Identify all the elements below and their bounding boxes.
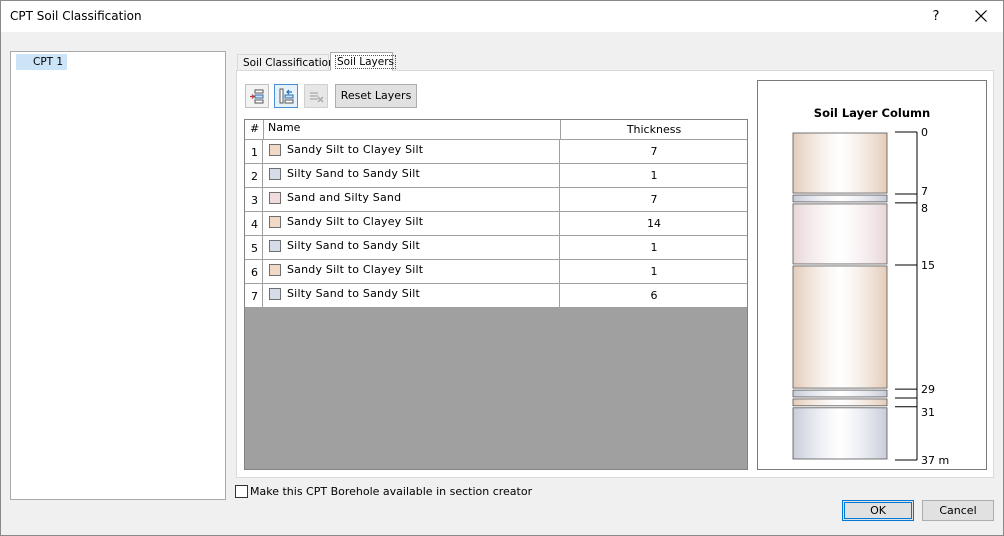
tab-soil-layers[interactable]: Soil Layers (330, 52, 397, 71)
layer-name-cell[interactable]: Sandy Silt to Clayey Silt (264, 140, 560, 163)
row-number: 7 (245, 284, 263, 307)
soil-layer-block (792, 203, 888, 265)
layer-thickness-cell[interactable]: 6 (561, 284, 747, 307)
borehole-tree[interactable]: CPT 1 (10, 51, 226, 500)
layer-thickness-cell[interactable]: 7 (561, 140, 747, 163)
table-row[interactable]: 7 Silty Sand to Sandy Silt 6 (245, 284, 747, 308)
depth-label: 31 (921, 406, 935, 419)
table-row[interactable]: 5 Silty Sand to Sandy Silt 1 (245, 236, 747, 260)
soil-layer-column-graphic: 0 7 8 15 29 31 37 m (792, 126, 949, 467)
layer-color-swatch (269, 216, 281, 228)
table-row[interactable]: 3 Sand and Silty Sand 7 (245, 188, 747, 212)
depth-label: 37 m (921, 454, 949, 467)
layer-color-swatch (269, 288, 281, 300)
layer-name: Silty Sand to Sandy Silt (287, 287, 421, 300)
soil-layer-block (792, 265, 888, 389)
layer-name-cell[interactable]: Sand and Silty Sand (264, 188, 560, 211)
layer-name-cell[interactable]: Sandy Silt to Clayey Silt (264, 212, 560, 235)
title-bar: CPT Soil Classification ? (1, 1, 1003, 32)
layer-thickness-cell[interactable]: 1 (561, 236, 747, 259)
row-number: 4 (245, 212, 263, 235)
row-number: 1 (245, 140, 263, 163)
depth-label: 29 (921, 383, 935, 396)
layer-name: Sandy Silt to Clayey Silt (287, 215, 424, 228)
insert-below-icon (279, 88, 294, 104)
help-button[interactable]: ? (916, 1, 956, 32)
delete-layer-button[interactable] (304, 84, 328, 108)
section-creator-checkbox-label: Make this CPT Borehole available in sect… (250, 485, 533, 498)
layer-name: Silty Sand to Sandy Silt (287, 239, 421, 252)
table-row[interactable]: 2 Silty Sand to Sandy Silt 1 (245, 164, 747, 188)
soil-layers-table: # Name Thickness 1 Sandy Silt to Clayey S… (244, 119, 748, 470)
layer-color-swatch (269, 192, 281, 204)
layer-name: Sandy Silt to Clayey Silt (287, 263, 424, 276)
soil-layer-block (792, 132, 888, 194)
soil-layer-block (792, 407, 888, 460)
window-title: CPT Soil Classification (10, 9, 142, 23)
soil-layer-block (792, 398, 888, 407)
layer-color-swatch (269, 144, 281, 156)
layer-name-cell[interactable]: Silty Sand to Sandy Silt (264, 284, 560, 307)
table-row[interactable]: 6 Sandy Silt to Clayey Silt 1 (245, 260, 747, 284)
layer-name-cell[interactable]: Sandy Silt to Clayey Silt (264, 260, 560, 283)
depth-label: 15 (921, 259, 935, 272)
soil-layer-block (792, 389, 888, 398)
layer-thickness-cell[interactable]: 14 (561, 212, 747, 235)
reset-layers-button[interactable]: Reset Layers (335, 84, 417, 108)
layer-thickness-cell[interactable]: 1 (561, 260, 747, 283)
row-number: 6 (245, 260, 263, 283)
soil-layer-block (792, 194, 888, 203)
table-header: # Name Thickness (245, 120, 747, 140)
layer-color-swatch (269, 168, 281, 180)
row-number: 2 (245, 164, 263, 187)
delete-layer-icon (310, 92, 324, 103)
depth-label: 8 (921, 202, 928, 215)
layer-color-swatch (269, 240, 281, 252)
layer-name: Sandy Silt to Clayey Silt (287, 143, 424, 156)
insert-layer-below-button[interactable] (274, 84, 298, 108)
close-icon (975, 10, 987, 22)
ok-button[interactable]: OK (842, 500, 914, 521)
cancel-button[interactable]: Cancel (922, 500, 994, 521)
column-header-name: Name (264, 120, 561, 139)
insert-above-icon (250, 89, 264, 104)
row-number: 3 (245, 188, 263, 211)
tree-item-cpt-1[interactable]: CPT 1 (16, 54, 68, 70)
table-row[interactable]: 4 Sandy Silt to Clayey Silt 14 (245, 212, 747, 236)
layer-name: Sand and Silty Sand (287, 191, 402, 204)
layer-name-cell[interactable]: Silty Sand to Sandy Silt (264, 164, 560, 187)
tab-soil-layers-label: Soil Layers (335, 55, 397, 69)
column-header-thickness: Thickness (626, 123, 682, 136)
depth-label: 7 (921, 185, 928, 198)
section-creator-checkbox[interactable] (235, 485, 248, 498)
layer-color-swatch (269, 264, 281, 276)
layer-name: Silty Sand to Sandy Silt (287, 167, 421, 180)
soil-layer-column-panel: Soil Layer Column 0 7 8 15 29 31 37 m (757, 80, 987, 470)
depth-label: 0 (921, 126, 928, 139)
close-button[interactable] (959, 1, 1003, 32)
layer-thickness-cell[interactable]: 1 (561, 164, 747, 187)
column-header-number: # (245, 120, 264, 139)
table-row[interactable]: 1 Sandy Silt to Clayey Silt 7 (245, 140, 747, 164)
layer-name-cell[interactable]: Silty Sand to Sandy Silt (264, 236, 560, 259)
insert-layer-above-button[interactable] (245, 84, 269, 108)
tab-soil-classification[interactable]: Soil Classification (237, 54, 335, 71)
row-number: 5 (245, 236, 263, 259)
layer-thickness-cell[interactable]: 7 (561, 188, 747, 211)
